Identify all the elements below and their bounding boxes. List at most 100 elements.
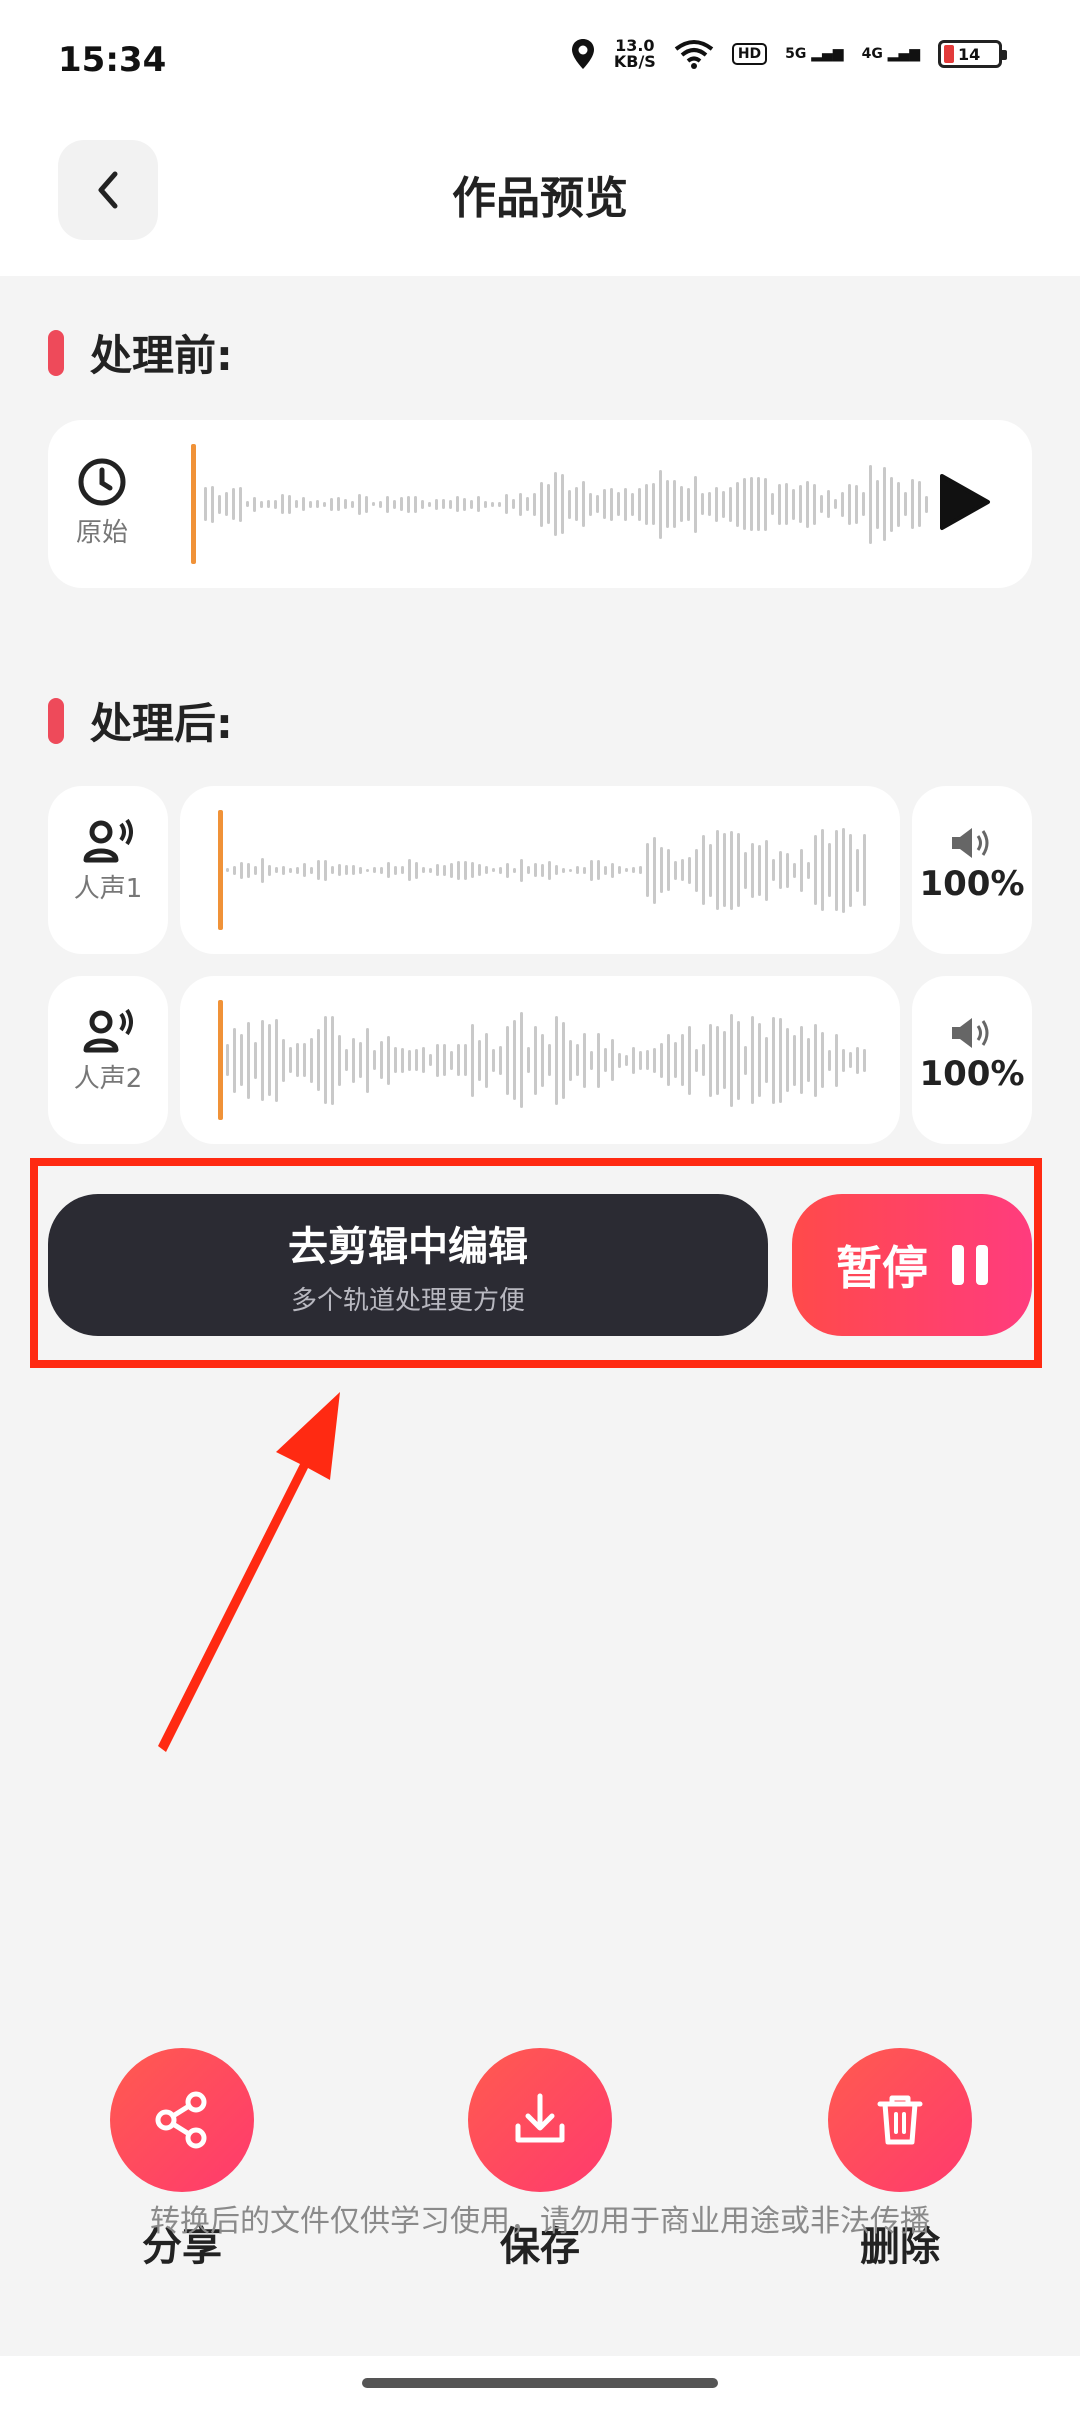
waveform-bar <box>302 497 305 511</box>
vocal-track-1-label: 人声1 <box>73 874 143 904</box>
playhead[interactable] <box>218 1000 223 1120</box>
waveform-bar <box>814 835 817 905</box>
waveform-bar <box>632 1046 635 1074</box>
waveform-bar <box>316 500 319 508</box>
delete-button[interactable] <box>828 2048 972 2192</box>
waveform-bar <box>380 866 383 874</box>
waveform-bar <box>835 1033 838 1087</box>
waveform-bar <box>240 861 243 879</box>
waveform-bar <box>667 1034 670 1086</box>
waveform-bar <box>359 1042 362 1078</box>
signal-4g: 4G ▂▄▆ <box>861 46 920 62</box>
waveform-bar <box>639 866 642 874</box>
waveform-bar <box>590 1050 593 1070</box>
waveform-bar <box>652 483 655 525</box>
waveform-bar <box>442 499 445 509</box>
waveform-bar <box>569 868 572 872</box>
pause-button[interactable]: 暂停 <box>792 1194 1032 1336</box>
waveform-bar <box>548 860 551 880</box>
waveform-bar <box>261 1019 264 1101</box>
waveform-bar <box>561 474 564 534</box>
waveform-bar <box>666 480 669 528</box>
waveform-bar <box>464 1044 467 1076</box>
waveform-bar <box>568 489 571 519</box>
waveform-bar <box>744 1045 747 1075</box>
waveform-bar <box>373 867 376 873</box>
waveform-bar <box>492 1048 495 1072</box>
play-button[interactable] <box>938 472 992 536</box>
hd-badge: HD <box>731 43 768 65</box>
waveform-bar <box>414 495 417 513</box>
waveform-bar <box>323 501 326 507</box>
waveform-bar <box>547 484 550 524</box>
waveform-bar <box>436 864 439 876</box>
waveform-original[interactable] <box>204 444 940 564</box>
speed-unit: KB/S <box>613 52 656 71</box>
waveform-bar <box>400 497 403 511</box>
waveform-bar <box>723 833 726 907</box>
waveform-bar <box>352 865 355 875</box>
waveform-bar <box>303 863 306 877</box>
waveform-bar <box>701 493 704 515</box>
edit-in-editor-button[interactable]: 去剪辑中编辑 多个轨道处理更方便 <box>48 1194 768 1336</box>
waveform-vocal-1[interactable] <box>226 810 866 930</box>
home-indicator[interactable] <box>362 2378 718 2388</box>
waveform-bar <box>695 1048 698 1072</box>
waveform-bar <box>218 494 221 514</box>
waveform-bar <box>674 1042 677 1078</box>
waveform-bar <box>820 495 823 513</box>
waveform-bar <box>688 856 691 884</box>
waveform-bar <box>484 500 487 508</box>
disclaimer-text: 转换后的文件仅供学习使用，请勿用于商业用途或非法传播 <box>150 2204 930 2239</box>
waveform-bar <box>282 865 285 875</box>
waveform-bar <box>793 862 796 878</box>
save-button[interactable] <box>468 2048 612 2192</box>
waveform-bar <box>723 1031 726 1089</box>
waveform-bar <box>715 486 718 522</box>
waveform-bar <box>394 1047 397 1073</box>
waveform-bar <box>722 490 725 518</box>
waveform-bar <box>471 862 474 878</box>
waveform-bar <box>275 867 278 873</box>
vocal-track-1-volume[interactable]: 100% <box>912 786 1032 954</box>
waveform-bar <box>457 860 460 880</box>
waveform-bar <box>575 487 578 521</box>
vocal-track-2-volume[interactable]: 100% <box>912 976 1032 1144</box>
waveform-bar <box>569 1039 572 1081</box>
waveform-bar <box>813 483 816 525</box>
waveform-bar <box>730 830 733 910</box>
waveform-bar <box>911 479 914 529</box>
waveform-bar <box>443 1044 446 1076</box>
waveform-bar <box>688 1025 691 1095</box>
waveform-bar <box>695 848 698 892</box>
waveform-bar <box>296 1043 299 1077</box>
waveform-bar <box>492 868 495 872</box>
waveform-bar <box>380 1041 383 1079</box>
waveform-bar <box>379 500 382 508</box>
waveform-bar <box>631 492 634 516</box>
download-icon <box>515 2093 565 2143</box>
play-icon <box>940 474 990 530</box>
waveform-bar <box>737 1020 740 1100</box>
waveform-bar <box>421 499 424 509</box>
waveform-bar <box>842 1048 845 1072</box>
waveform-bar <box>765 1037 768 1083</box>
waveform-bar <box>254 1041 257 1079</box>
waveform-bar <box>408 859 411 881</box>
waveform-bar <box>337 497 340 511</box>
waveform-vocal-2[interactable] <box>226 1000 866 1120</box>
waveform-bar <box>394 865 397 875</box>
waveform-bar <box>583 1032 586 1088</box>
battery-icon: 14 <box>938 40 1007 68</box>
vocal-track-2-label: 人声2 <box>73 1064 143 1094</box>
waveform-bar <box>211 485 214 523</box>
waveform-bar <box>450 862 453 878</box>
playhead[interactable] <box>191 444 196 564</box>
waveform-bar <box>750 477 753 531</box>
playhead[interactable] <box>218 810 223 930</box>
wifi-icon <box>674 40 714 69</box>
waveform-bar <box>632 867 635 873</box>
waveform-bar <box>268 864 271 876</box>
waveform-bar <box>477 496 480 512</box>
share-button[interactable] <box>110 2048 254 2192</box>
